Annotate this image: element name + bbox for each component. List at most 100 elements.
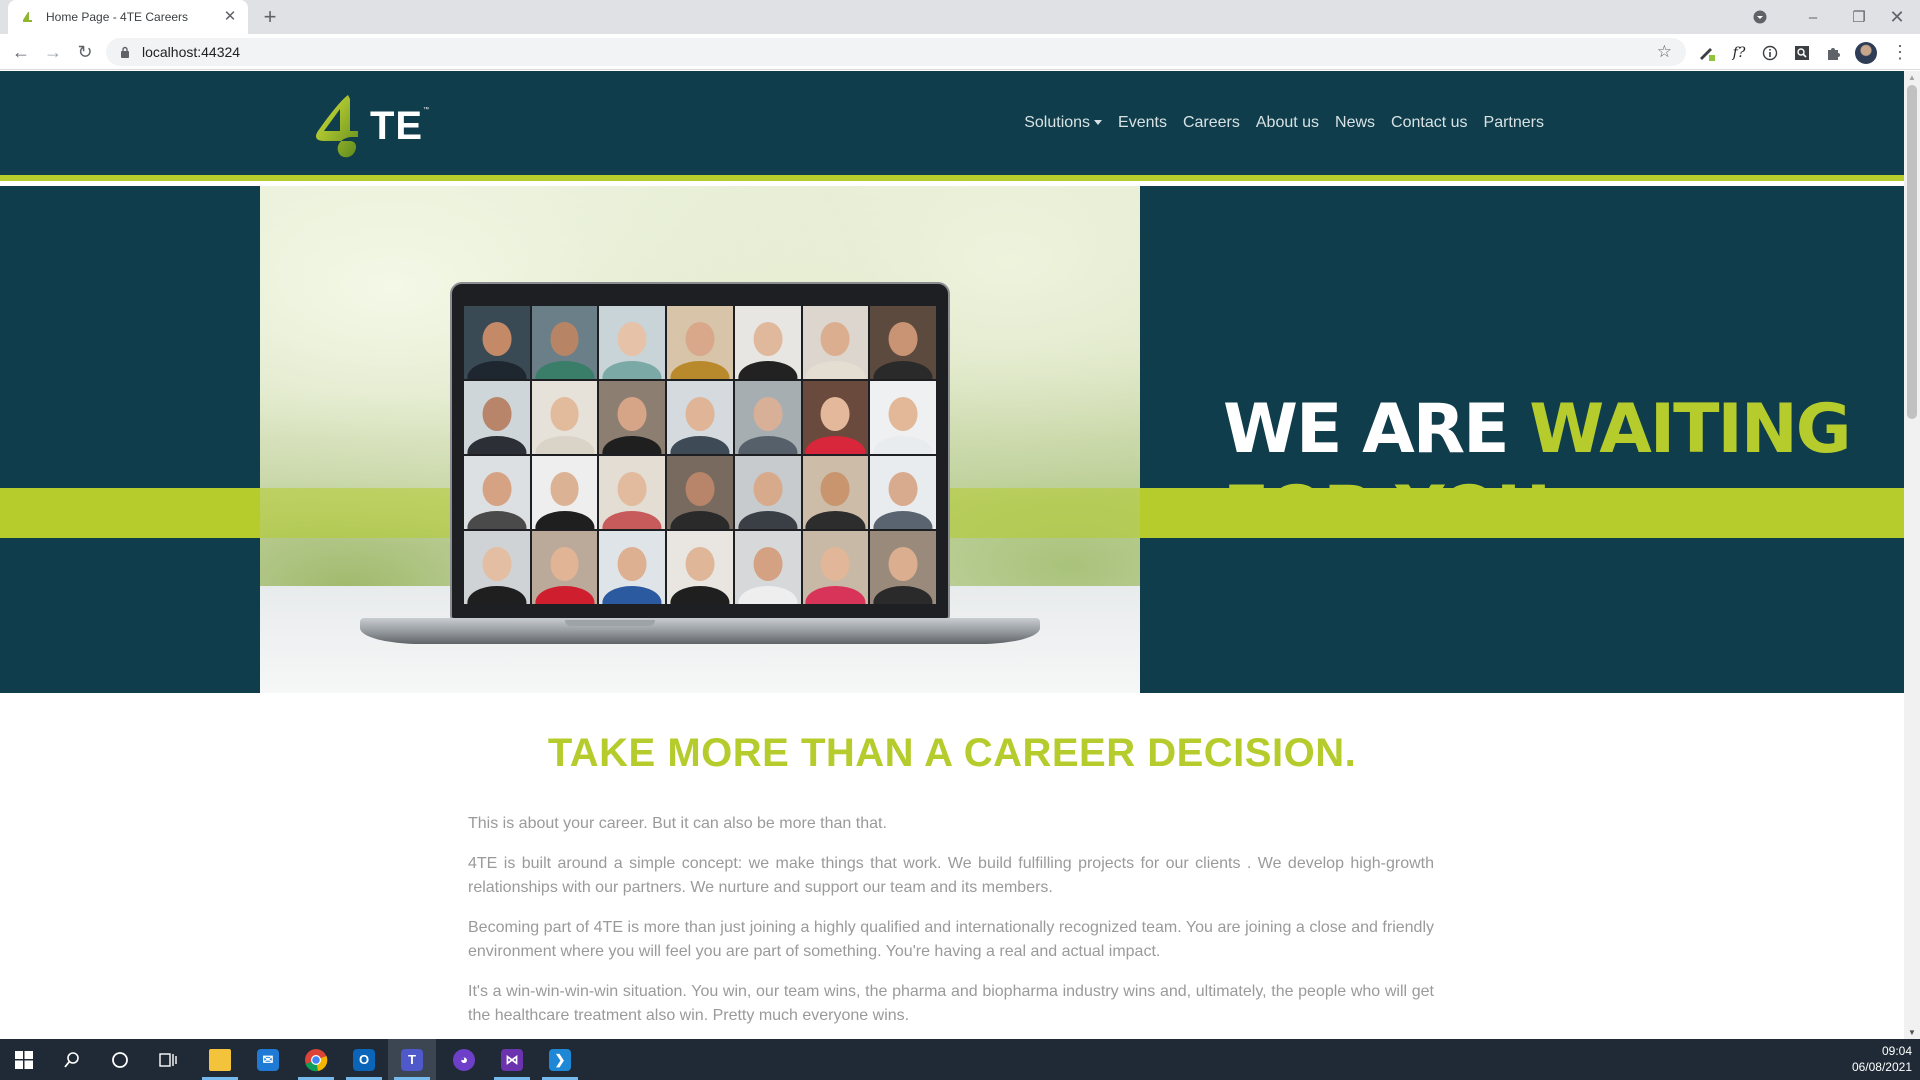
participant-tile (802, 381, 869, 454)
participant-tile (870, 456, 936, 529)
reload-icon[interactable]: ↻ (73, 40, 97, 64)
tab-close-icon[interactable]: ✕ (222, 9, 238, 25)
url-text: localhost:44324 (142, 44, 241, 60)
scroll-up-arrow-icon[interactable]: ▲ (1908, 73, 1916, 82)
profile-avatar[interactable] (1855, 42, 1877, 64)
clock-date: 06/08/2021 (1851, 1060, 1912, 1074)
participant-tile (667, 381, 733, 454)
hero-banner: WE ARE WAITING FOR YOU (0, 186, 1904, 693)
tab-title: Home Page - 4TE Careers (46, 10, 189, 24)
participant-tile (870, 306, 936, 379)
media-control-icon[interactable] (1748, 0, 1772, 34)
address-bar[interactable]: localhost:44324 ☆ (106, 38, 1686, 66)
taskbar-outlook[interactable]: O (340, 1039, 388, 1080)
search-icon (64, 1051, 79, 1068)
bookmark-star-icon[interactable]: ☆ (1657, 42, 1672, 62)
taskbar-vs-code[interactable]: ❯ (536, 1039, 584, 1080)
window-minimize-button[interactable]: – (1790, 0, 1836, 34)
taskbar-chrome[interactable] (292, 1039, 340, 1080)
extension-pen-icon[interactable] (1696, 42, 1718, 64)
hero-video-call-photo (260, 186, 1140, 693)
site-header: TE ™ Solutions Events Careers About us N… (0, 71, 1904, 181)
browser-toolbar: ← → ↻ localhost:44324 ☆ f? ⋮ (0, 34, 1920, 70)
nav-careers[interactable]: Careers (1175, 114, 1248, 132)
mail-icon: ✉ (257, 1048, 279, 1071)
nav-contact-us[interactable]: Contact us (1383, 114, 1475, 132)
new-tab-button[interactable]: + (258, 5, 282, 29)
nav-solutions-label: Solutions (1024, 114, 1091, 131)
participant-tile (599, 381, 666, 454)
nav-about-us[interactable]: About us (1248, 114, 1327, 132)
paragraph-team: Becoming part of 4TE is more than just j… (468, 919, 1434, 960)
cortana-icon (112, 1051, 128, 1068)
folder-icon (209, 1048, 231, 1071)
participant-tile (802, 531, 869, 604)
taskbar-visual-studio[interactable]: ⋈ (488, 1039, 536, 1080)
visual-studio-icon: ⋈ (501, 1048, 523, 1071)
participant-tile (734, 531, 801, 604)
browser-menu-icon[interactable]: ⋮ (1890, 40, 1910, 64)
participant-tile (464, 531, 530, 604)
laptop-notch (565, 620, 655, 626)
nav-events[interactable]: Events (1110, 114, 1175, 132)
participant-tile (734, 381, 801, 454)
scroll-thumb[interactable] (1907, 85, 1917, 419)
nav-partners[interactable]: Partners (1476, 114, 1552, 132)
participant-tile (599, 456, 666, 529)
laptop-base (360, 618, 1040, 644)
page-scrollbar[interactable]: ▲ ▼ (1904, 71, 1920, 1039)
participant-tile (802, 456, 869, 529)
participant-tile (734, 456, 801, 529)
video-call-grid (464, 306, 936, 604)
chrome-icon (305, 1048, 328, 1071)
taskbar-github-desktop[interactable]: ◕ (440, 1039, 488, 1080)
laptop-screen (450, 282, 950, 620)
cortana-button[interactable] (96, 1039, 144, 1080)
nav-news[interactable]: News (1327, 114, 1383, 132)
taskbar-file-explorer[interactable] (196, 1039, 244, 1080)
window-close-button[interactable]: ✕ (1874, 0, 1920, 34)
taskbar-search-button[interactable] (48, 1039, 96, 1080)
teams-icon: T (401, 1048, 423, 1071)
participant-tile (531, 306, 598, 379)
windows-taskbar: ✉ O T ◕ ⋈ ❯ 09:04 06/08/2021 (0, 1039, 1920, 1080)
participant-tile (531, 456, 598, 529)
participant-tile (802, 306, 869, 379)
section-title: TAKE MORE THAN A CAREER DECISION. (547, 731, 1357, 775)
system-clock[interactable]: 09:04 06/08/2021 (1832, 1043, 1912, 1075)
clock-time: 09:04 (1881, 1044, 1912, 1058)
extensions-puzzle-icon[interactable] (1823, 42, 1845, 64)
participant-tile (531, 381, 598, 454)
nav-solutions-dropdown[interactable]: Solutions (1016, 114, 1110, 132)
browser-tab-strip: Home Page - 4TE Careers ✕ + – ❐ ✕ (0, 0, 1920, 34)
extension-inspect-icon[interactable] (1791, 42, 1813, 64)
extension-info-icon[interactable] (1759, 42, 1781, 64)
main-navigation: Solutions Events Careers About us News C… (1016, 71, 1552, 175)
vs-code-icon: ❯ (549, 1048, 571, 1071)
logo-four-mark-icon (316, 95, 358, 158)
windows-start-button[interactable] (0, 1039, 48, 1080)
lock-icon (121, 46, 129, 58)
task-view-button[interactable] (144, 1039, 192, 1080)
github-icon: ◕ (453, 1048, 475, 1071)
extension-fonts-icon[interactable]: f? (1728, 42, 1750, 64)
taskbar-mail[interactable]: ✉ (244, 1039, 292, 1080)
task-view-icon (159, 1052, 177, 1067)
hero-headline-line-2: FOR YOU (1223, 472, 1551, 551)
site-logo[interactable]: TE ™ (310, 91, 434, 161)
site-favicon-icon (23, 12, 32, 22)
outlook-icon: O (353, 1048, 375, 1071)
taskbar-teams[interactable]: T (388, 1039, 436, 1080)
scroll-down-arrow-icon[interactable]: ▼ (1908, 1028, 1916, 1037)
participant-tile (870, 531, 936, 604)
windows-logo-icon (15, 1050, 33, 1069)
forward-arrow-icon[interactable]: → (41, 40, 65, 64)
participant-tile (464, 306, 530, 379)
paragraph-intro: This is about your career. But it can al… (468, 815, 887, 832)
laptop-illustration (360, 282, 1040, 662)
participant-tile (464, 381, 530, 454)
logo-trademark: ™ (423, 107, 430, 113)
back-arrow-icon[interactable]: ← (9, 40, 33, 64)
browser-tab[interactable]: Home Page - 4TE Careers ✕ (8, 0, 248, 34)
participant-tile (599, 306, 666, 379)
